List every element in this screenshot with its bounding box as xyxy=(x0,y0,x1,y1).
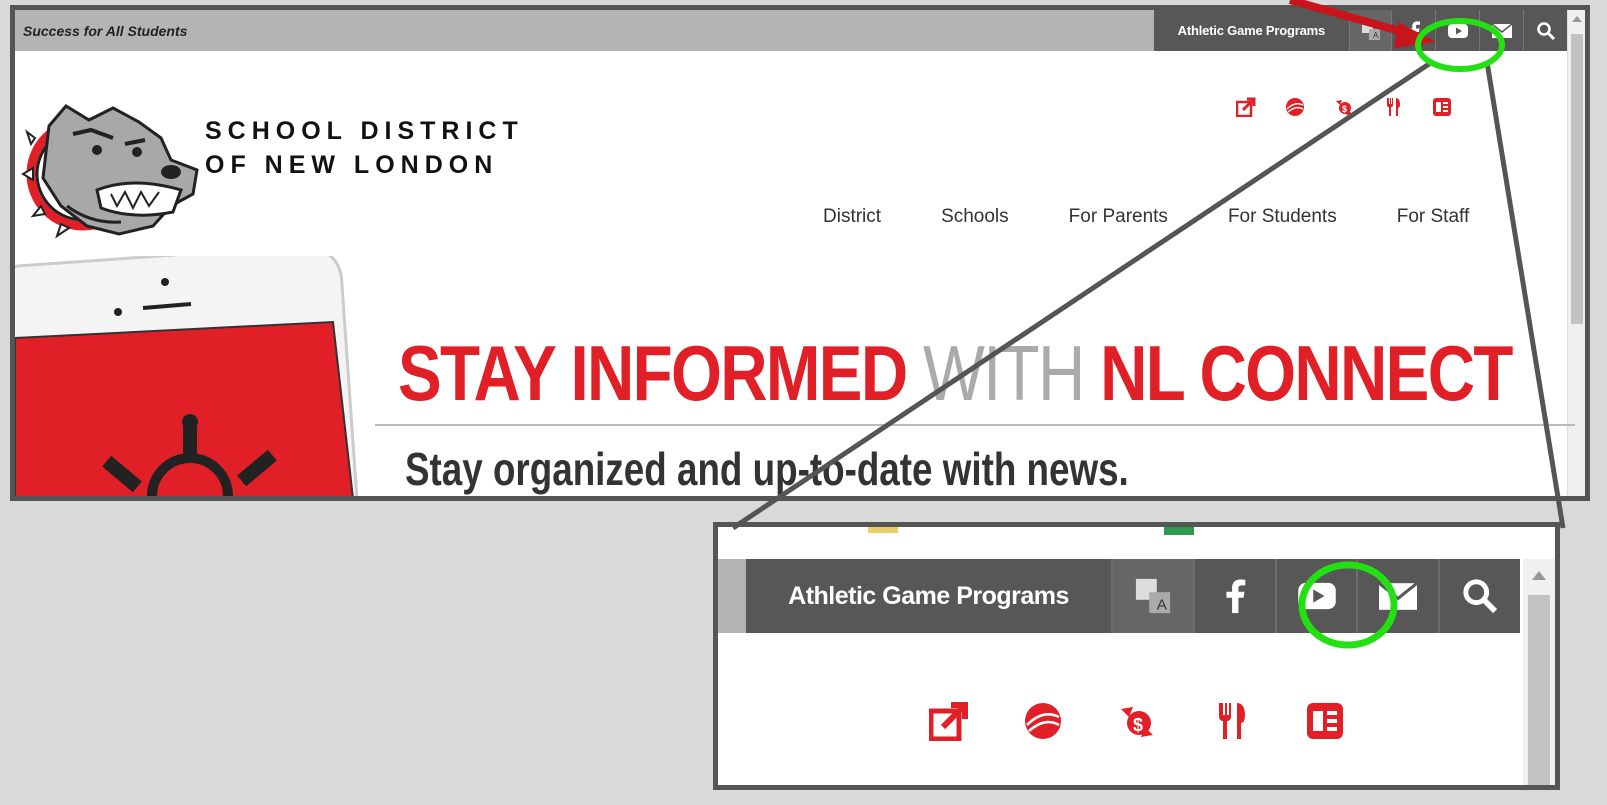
food-menu-icon xyxy=(1387,98,1400,116)
search-icon xyxy=(1463,579,1498,613)
svg-text:$: $ xyxy=(1342,104,1347,114)
zoom-quick-link-athletics[interactable] xyxy=(1022,700,1064,742)
zoom-search-button[interactable] xyxy=(1438,559,1520,633)
scroll-thumb[interactable] xyxy=(1571,34,1583,324)
quick-links: $ xyxy=(1235,96,1453,118)
hero-title-part2: NL CONNECT xyxy=(1083,329,1513,417)
svg-text:A: A xyxy=(1373,31,1379,40)
zoom-top-mark-green xyxy=(1164,527,1194,535)
nav-item-district[interactable]: District xyxy=(823,206,881,228)
district-name-line2: OF NEW LONDON xyxy=(205,151,499,179)
district-name[interactable]: SCHOOL DISTRICT OF NEW LONDON xyxy=(205,114,524,182)
facebook-icon xyxy=(1408,20,1420,41)
payment-icon: $ xyxy=(1121,707,1153,737)
zoom-mail-button[interactable] xyxy=(1356,559,1438,633)
zoom-utility-bar-strip xyxy=(718,559,746,633)
hero-divider xyxy=(375,424,1575,426)
zoom-scrollbar[interactable] xyxy=(1523,559,1555,785)
zoom-quick-link-payments[interactable]: $ xyxy=(1116,700,1158,742)
calendar-icon xyxy=(1433,98,1451,116)
food-menu-icon xyxy=(1219,703,1245,739)
quick-link-external[interactable] xyxy=(1235,96,1257,118)
external-link-icon xyxy=(929,702,968,741)
svg-text:$: $ xyxy=(1133,715,1143,735)
sports-ball-icon xyxy=(1286,98,1304,116)
youtube-icon xyxy=(1447,23,1468,38)
zoom-top-mark-yellow xyxy=(868,527,898,533)
zoom-quick-links: $ xyxy=(928,700,1346,742)
sports-ball-icon xyxy=(1025,703,1061,739)
zoom-translate-button[interactable]: A xyxy=(1111,559,1193,633)
youtube-button[interactable] xyxy=(1435,10,1479,51)
translate-icon: A xyxy=(1135,578,1171,613)
bulldog-logo[interactable] xyxy=(21,94,201,239)
utility-links: Athletic Game Programs A xyxy=(1153,10,1567,51)
district-name-line1: SCHOOL DISTRICT xyxy=(205,117,524,145)
hero-subtitle: Stay organized and up-to-date with news. xyxy=(405,443,1129,495)
nav-item-for-staff[interactable]: For Staff xyxy=(1397,206,1470,228)
mail-button[interactable] xyxy=(1479,10,1523,51)
zoom-athletic-game-programs-link[interactable]: Athletic Game Programs xyxy=(746,559,1111,633)
quick-link-payments[interactable]: $ xyxy=(1333,96,1355,118)
zoom-facebook-button[interactable] xyxy=(1192,559,1275,633)
quick-link-athletics[interactable] xyxy=(1284,96,1306,118)
zoom-quick-link-food-menu[interactable] xyxy=(1210,700,1252,742)
main-screenshot-frame: Success for All Students Athletic Game P… xyxy=(10,5,1590,501)
zoom-scroll-up-arrow-icon[interactable] xyxy=(1532,571,1546,580)
mail-icon xyxy=(1379,582,1418,610)
main-navigation: District Schools For Parents For Student… xyxy=(823,206,1469,228)
youtube-icon xyxy=(1297,582,1336,610)
zoom-quick-link-external[interactable] xyxy=(928,700,970,742)
nav-item-for-students[interactable]: For Students xyxy=(1228,206,1337,228)
zoom-scroll-thumb[interactable] xyxy=(1528,595,1550,785)
translate-button[interactable]: A xyxy=(1349,10,1391,51)
tagline: Success for All Students xyxy=(23,23,188,39)
hero-title-with: WITH xyxy=(922,329,1085,417)
hero-title-part1: STAY INFORMED xyxy=(398,329,923,417)
utility-bar: Success for All Students Athletic Game P… xyxy=(15,10,1567,51)
quick-link-food-menu[interactable] xyxy=(1382,96,1404,118)
external-link-icon xyxy=(1236,97,1256,117)
zoom-callout-frame: Athletic Game Programs A $ xyxy=(713,522,1560,790)
hero-phone-image xyxy=(15,256,360,496)
zoom-quick-link-calendar[interactable] xyxy=(1304,700,1346,742)
athletic-game-programs-link[interactable]: Athletic Game Programs xyxy=(1153,10,1349,51)
facebook-icon xyxy=(1226,579,1246,614)
hero-title[interactable]: STAY INFORMED WITH NL CONNECT xyxy=(398,328,1513,419)
payment-icon: $ xyxy=(1336,100,1352,115)
zoom-youtube-button[interactable] xyxy=(1274,559,1357,633)
mail-icon xyxy=(1491,23,1512,38)
search-button[interactable] xyxy=(1523,10,1567,51)
nav-item-schools[interactable]: Schools xyxy=(941,206,1009,228)
zoom-utility-links: Athletic Game Programs A xyxy=(746,559,1520,633)
quick-link-calendar[interactable] xyxy=(1431,96,1453,118)
svg-text:A: A xyxy=(1157,596,1168,613)
scroll-up-arrow-icon[interactable] xyxy=(1572,16,1582,22)
facebook-button[interactable] xyxy=(1391,10,1435,51)
calendar-icon xyxy=(1307,703,1343,739)
translate-icon: A xyxy=(1361,21,1380,40)
search-icon xyxy=(1536,21,1555,40)
nav-item-for-parents[interactable]: For Parents xyxy=(1069,206,1168,228)
